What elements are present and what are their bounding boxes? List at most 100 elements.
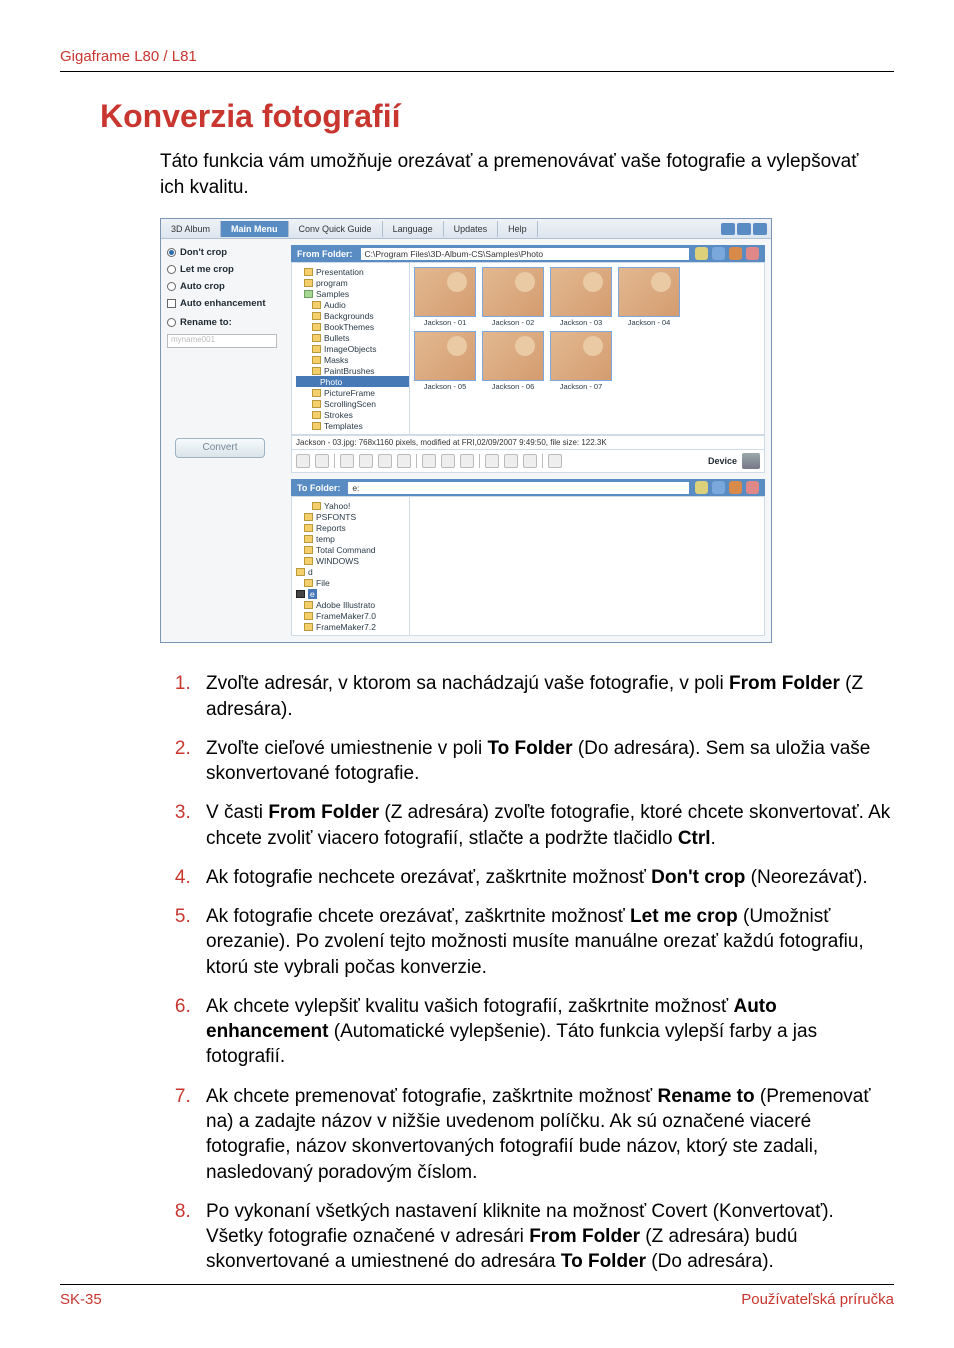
- convert-button[interactable]: Convert: [175, 438, 265, 458]
- tree-item[interactable]: File: [316, 578, 330, 588]
- tree-item[interactable]: PictureFrame: [324, 388, 375, 398]
- tree-item[interactable]: Bullets: [324, 333, 350, 343]
- status-bar: Jackson - 03.jpg: 768x1160 pixels, modif…: [291, 435, 765, 450]
- to-thumbnails-empty: [410, 497, 764, 635]
- tree-item-selected[interactable]: e: [308, 589, 317, 599]
- radio-rename-to[interactable]: [167, 318, 176, 327]
- tool-icon[interactable]: [746, 247, 759, 260]
- toolbar-icon[interactable]: [548, 454, 562, 468]
- radio-auto-crop[interactable]: [167, 282, 176, 291]
- page-title: Konverzia fotografií: [100, 98, 894, 135]
- checkbox-auto-enhancement[interactable]: [167, 299, 176, 308]
- thumb-label: Jackson - 06: [482, 382, 544, 391]
- tool-icon[interactable]: [729, 481, 742, 494]
- photo-thumbnail[interactable]: [482, 267, 544, 317]
- toolbar-icon[interactable]: [378, 454, 392, 468]
- footer-title: Používateľská príručka: [741, 1291, 894, 1308]
- tree-item[interactable]: Masks: [324, 355, 349, 365]
- thumb-label: Jackson - 04: [618, 318, 680, 327]
- tree-item[interactable]: temp: [316, 534, 335, 544]
- app-tab-bar: 3D Album Main Menu Conv Quick Guide Lang…: [161, 219, 771, 239]
- step-8: Po vykonaní všetkých nastavení kliknite …: [196, 1199, 894, 1275]
- tree-item[interactable]: Samples: [316, 289, 349, 299]
- intro-text: Táto funkcia vám umožňuje orezávať a pre…: [160, 149, 884, 200]
- page-number: SK-35: [60, 1291, 102, 1308]
- device-icon[interactable]: [742, 453, 760, 469]
- tab-main-menu[interactable]: Main Menu: [221, 221, 289, 237]
- toolbar-icon[interactable]: [315, 454, 329, 468]
- tree-item[interactable]: FrameMaker7.0: [316, 611, 376, 621]
- tree-item[interactable]: ImageObjects: [324, 344, 376, 354]
- thumb-label: Jackson - 05: [414, 382, 476, 391]
- tab-help[interactable]: Help: [498, 221, 538, 237]
- tree-item[interactable]: Reports: [316, 523, 346, 533]
- to-folder-header: To Folder: e:: [291, 479, 765, 496]
- tree-item[interactable]: PaintBrushes: [324, 366, 375, 376]
- tree-item[interactable]: Presentation: [316, 267, 364, 277]
- label-auto-enhancement: Auto enhancement: [180, 298, 266, 309]
- tab-updates[interactable]: Updates: [444, 221, 499, 237]
- tree-item[interactable]: program: [316, 278, 348, 288]
- to-folder-tree[interactable]: Yahoo! PSFONTS Reports temp Total Comman…: [292, 497, 410, 635]
- rename-input[interactable]: myname001: [167, 334, 277, 348]
- radio-dont-crop[interactable]: [167, 248, 176, 257]
- label-let-me-crop: Let me crop: [180, 264, 234, 275]
- step-4: Ak fotografie nechcete orezávať, zaškrtn…: [196, 865, 894, 890]
- photo-thumbnail[interactable]: [482, 331, 544, 381]
- thumb-label: Jackson - 03: [550, 318, 612, 327]
- photo-thumbnail[interactable]: [550, 331, 612, 381]
- from-folder-header: From Folder: C:\Program Files\3D-Album-C…: [291, 245, 765, 262]
- thumb-label: Jackson - 02: [482, 318, 544, 327]
- toolbar-icon[interactable]: [504, 454, 518, 468]
- tree-item[interactable]: Adobe Illustrato: [316, 600, 375, 610]
- toolbar-icon[interactable]: [340, 454, 354, 468]
- tree-item[interactable]: FrameMaker7.2: [316, 622, 376, 632]
- toolbar-icon[interactable]: [422, 454, 436, 468]
- tree-item[interactable]: ScrollingScen: [324, 399, 376, 409]
- radio-let-me-crop[interactable]: [167, 265, 176, 274]
- toolbar-icon[interactable]: [523, 454, 537, 468]
- toolbar-icon[interactable]: [485, 454, 499, 468]
- tree-item[interactable]: PSFONTS: [316, 512, 356, 522]
- tree-item-selected[interactable]: Photo: [320, 377, 342, 387]
- thumb-label: Jackson - 01: [414, 318, 476, 327]
- tool-icon[interactable]: [695, 247, 708, 260]
- toolbar-icon[interactable]: [441, 454, 455, 468]
- photo-thumbnail[interactable]: [618, 267, 680, 317]
- tree-item[interactable]: d: [308, 567, 313, 577]
- tree-item[interactable]: BookThemes: [324, 322, 374, 332]
- tool-icon[interactable]: [746, 481, 759, 494]
- photo-thumbnail[interactable]: [414, 331, 476, 381]
- tab-language[interactable]: Language: [383, 221, 444, 237]
- tree-item[interactable]: Total Command: [316, 545, 376, 555]
- tree-item[interactable]: Templates: [324, 421, 363, 431]
- from-folder-path[interactable]: C:\Program Files\3D-Album-CS\Samples\Pho…: [361, 248, 690, 260]
- close-icon[interactable]: [753, 223, 767, 235]
- tree-item[interactable]: Strokes: [324, 410, 353, 420]
- thumb-label: Jackson - 07: [550, 382, 612, 391]
- toolbar-icon[interactable]: [397, 454, 411, 468]
- app-screenshot: 3D Album Main Menu Conv Quick Guide Lang…: [160, 218, 772, 643]
- photo-thumbnail[interactable]: [550, 267, 612, 317]
- tool-icon[interactable]: [729, 247, 742, 260]
- from-folder-tree[interactable]: Presentation program Samples Audio Backg…: [292, 263, 410, 434]
- tool-icon[interactable]: [695, 481, 708, 494]
- toolbar-icon[interactable]: [296, 454, 310, 468]
- tree-item[interactable]: Backgrounds: [324, 311, 374, 321]
- tree-item[interactable]: Yahoo!: [324, 501, 350, 511]
- maximize-icon[interactable]: [737, 223, 751, 235]
- photo-thumbnail[interactable]: [414, 267, 476, 317]
- label-rename-to: Rename to:: [180, 317, 232, 328]
- minimize-icon[interactable]: [721, 223, 735, 235]
- step-2: Zvoľte cieľové umiestnenie v poli To Fol…: [196, 736, 894, 787]
- to-folder-title: To Folder:: [297, 483, 340, 493]
- tool-icon[interactable]: [712, 481, 725, 494]
- page-header: Gigaframe L80 / L81: [60, 48, 894, 72]
- toolbar-icon[interactable]: [460, 454, 474, 468]
- to-folder-path[interactable]: e:: [348, 482, 689, 494]
- tool-icon[interactable]: [712, 247, 725, 260]
- tab-conv-guide[interactable]: Conv Quick Guide: [289, 221, 383, 237]
- tree-item[interactable]: WINDOWS: [316, 556, 359, 566]
- tree-item[interactable]: Audio: [324, 300, 346, 310]
- toolbar-icon[interactable]: [359, 454, 373, 468]
